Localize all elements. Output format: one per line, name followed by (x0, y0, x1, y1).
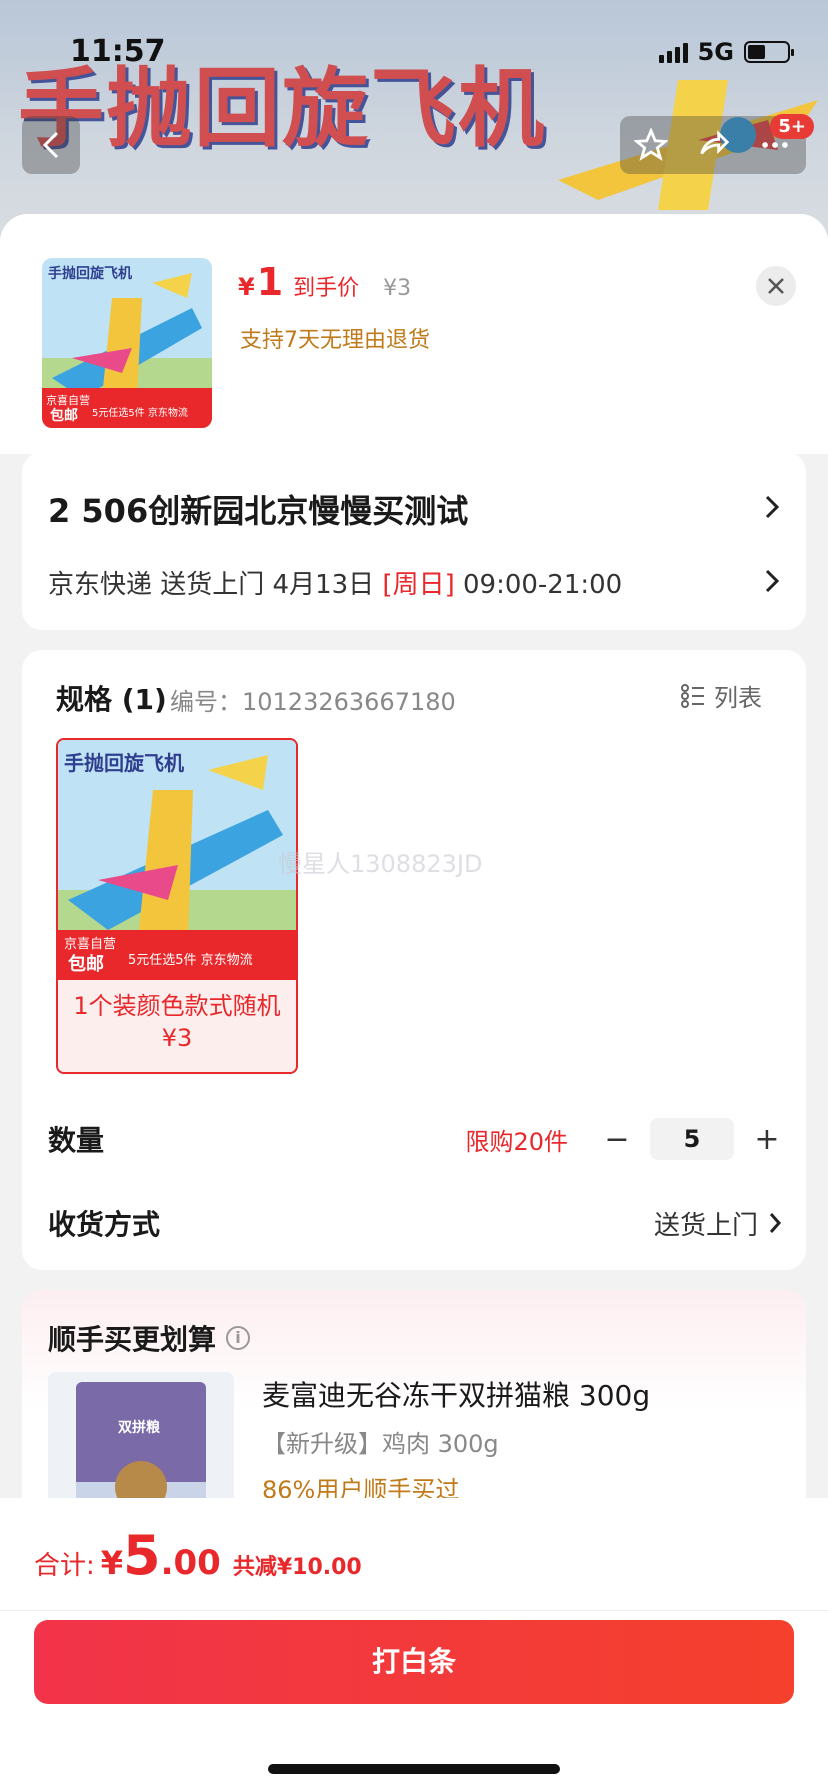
total-label: 合计: (34, 1551, 95, 1581)
recommendation-title: 顺手买更划算 i (48, 1318, 251, 1358)
sheet-summary: 手抛回旋飞机 京喜自营 包邮 5元任选5件 京东物流 ¥ 1 到手价 ¥3 支持… (0, 214, 828, 454)
close-button[interactable] (756, 266, 796, 306)
list-view-toggle[interactable]: 列表 (680, 678, 762, 713)
network-label: 5G (697, 38, 734, 66)
signal-icon (658, 41, 688, 63)
quantity-input[interactable]: 5 (650, 1118, 734, 1160)
chevron-left-icon (42, 131, 59, 159)
watermark: 慢星人1308823JD (278, 850, 483, 878)
product-image: 手抛回旋飞机 京喜自营 包邮 5元任选5件 京东物流 (42, 258, 212, 428)
spec-option-selected[interactable]: 手抛回旋飞机 京喜自营 包邮 5元任选5件 京东物流 1个装颜色款式随机 ¥3 (56, 738, 298, 1074)
thumb-tag2: 包邮 (50, 407, 78, 424)
list-label: 列表 (714, 684, 762, 712)
shipping-label: 收货方式 (48, 1208, 161, 1241)
address-card[interactable]: 2 506创新园北京慢慢买测试 京东快递 送货上门 4月13日 [周日] 09:… (22, 452, 806, 630)
delivery-prefix: 京东快递 送货上门 4月13日 (48, 570, 383, 600)
spec-image-tag2: 包邮 (68, 953, 104, 975)
delivery-info: 京东快递 送货上门 4月13日 [周日] 09:00-21:00 (48, 564, 622, 601)
battery-icon (744, 41, 794, 63)
chevron-right-icon (769, 1213, 782, 1233)
share-icon[interactable] (696, 128, 730, 162)
status-bar: 11:57 5G (0, 30, 828, 74)
total-price: 合计: ¥ 5 .00 共减¥10.00 (34, 1524, 362, 1587)
recommendation-title-text: 顺手买更划算 (48, 1323, 217, 1356)
shipping-value: 送货上门 (653, 1210, 758, 1241)
pay-button[interactable]: 打白条 (34, 1620, 794, 1704)
spec-image-title: 手抛回旋飞机 (64, 751, 184, 775)
price-line: ¥ 1 到手价 ¥3 (238, 260, 411, 304)
chevron-right-icon (765, 495, 780, 519)
total-int: 5 (123, 1524, 161, 1587)
message-badge: 5+ (770, 114, 814, 139)
spec-image-banner: 5元任选5件 京东物流 (128, 953, 253, 968)
spec-code: 编号：10123263667180 (170, 688, 456, 716)
original-price: ¥3 (383, 276, 412, 301)
thumb-tag1: 京喜自营 (46, 393, 90, 407)
spec-card: 规格 (1) 编号：10123263667180 列表 手抛回旋飞机 京喜自营 … (22, 650, 806, 1270)
shipping-method-row[interactable]: 收货方式 送货上门 (48, 1198, 782, 1248)
address-text: 2 506创新园北京慢慢买测试 (48, 492, 469, 530)
delivery-day: [周日] (382, 570, 455, 600)
home-indicator (268, 1764, 560, 1774)
price-value: 1 (256, 260, 284, 304)
thumb-banner: 5元任选5件 京东物流 (92, 406, 188, 419)
quantity-row: 数量 限购20件 − 5 + (48, 1114, 782, 1164)
list-icon (681, 683, 704, 708)
purchase-limit: 限购20件 (465, 1127, 568, 1156)
close-icon (768, 278, 784, 294)
star-icon[interactable] (634, 128, 668, 162)
info-icon[interactable]: i (226, 1326, 251, 1350)
spec-image-tag1: 京喜自营 (64, 937, 116, 952)
quantity-label: 数量 (48, 1124, 105, 1157)
savings-text: 共减¥10.00 (232, 1555, 362, 1580)
checkout-bar: 合计: ¥ 5 .00 共减¥10.00 打白条 (0, 1498, 828, 1792)
decrement-button[interactable]: − (602, 1122, 632, 1157)
chevron-right-icon[interactable] (764, 568, 780, 594)
increment-button[interactable]: + (752, 1122, 782, 1157)
delivery-time: 09:00-21:00 (454, 570, 623, 600)
price-symbol: ¥ (238, 273, 255, 301)
quantity-stepper: − 5 + (602, 1118, 782, 1160)
spec-title: 规格 (1) (56, 683, 167, 716)
total-yen: ¥ (100, 1544, 124, 1582)
back-button[interactable] (22, 116, 80, 174)
recommend-product-spec: 【新升级】鸡肉 300g (262, 1430, 499, 1458)
total-dec: .00 (160, 1543, 221, 1583)
product-thumbnail[interactable]: 手抛回旋飞机 京喜自营 包邮 5元任选5件 京东物流 (42, 258, 212, 428)
spec-option-price: ¥3 (161, 1024, 193, 1052)
status-time: 11:57 (70, 34, 166, 69)
spec-option-label: 1个装颜色款式随机 (73, 992, 281, 1020)
recommend-product-name[interactable]: 麦富迪无谷冻干双拼猫粮 300g (262, 1374, 650, 1414)
divider (0, 1610, 828, 1611)
thumb-title: 手抛回旋飞机 (48, 265, 132, 282)
price-tag: 到手价 (293, 276, 360, 301)
return-policy: 支持7天无理由退货 (240, 328, 430, 353)
cat-food-label: 双拼粮 (118, 1419, 161, 1436)
spec-option-image: 手抛回旋飞机 京喜自营 包邮 5元任选5件 京东物流 (58, 740, 296, 980)
